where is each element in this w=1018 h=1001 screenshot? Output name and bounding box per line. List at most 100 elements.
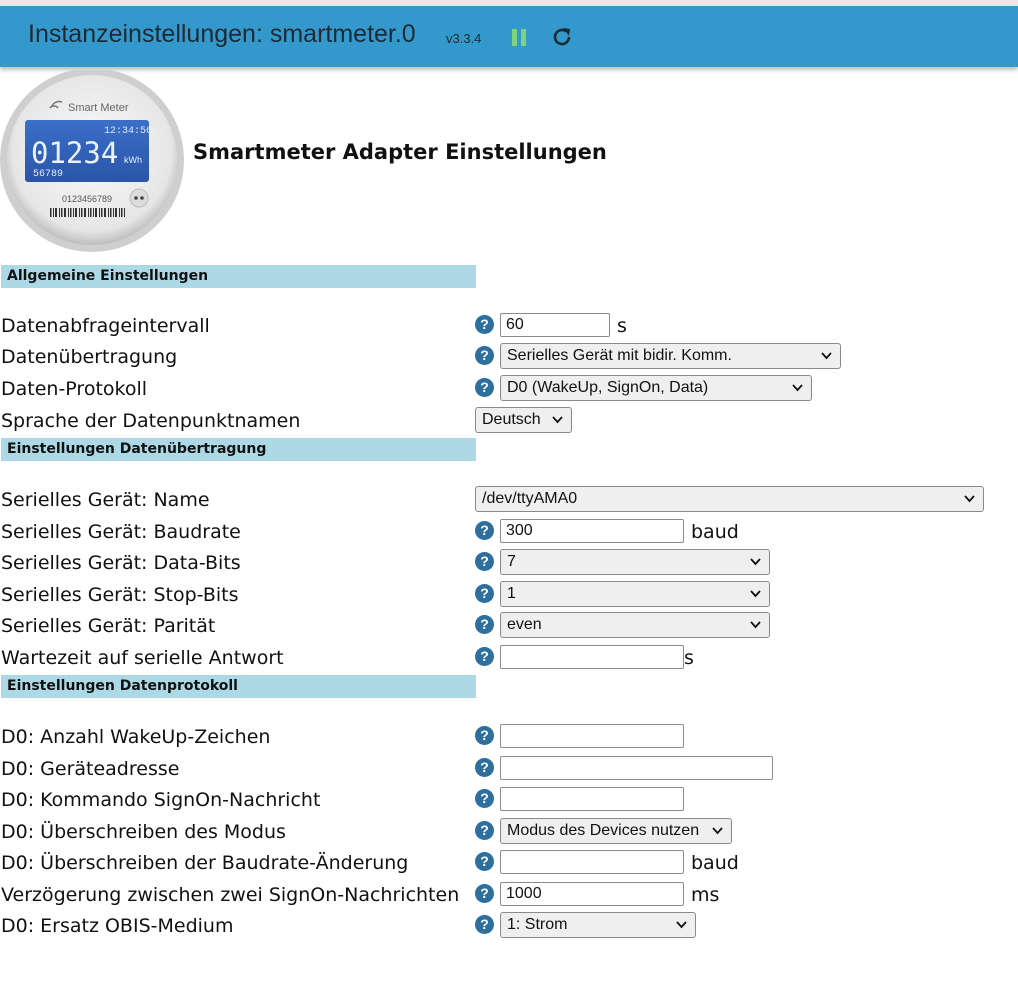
help-icon[interactable]: ?	[475, 378, 494, 397]
row-obis-medium: D0: Ersatz OBIS-Medium ? 1: Strom	[0, 911, 1018, 941]
page-title: Smartmeter Adapter Einstellungen	[193, 140, 607, 164]
help-icon[interactable]: ?	[475, 852, 494, 871]
wakeup-count-label: D0: Anzahl WakeUp-Zeichen	[1, 726, 271, 748]
instance-settings-title: Instanzeinstellungen: smartmeter.0	[28, 20, 416, 48]
transfer-select[interactable]: Serielles Gerät mit bidir. Komm.	[500, 343, 841, 369]
row-interval: Datenabfrageintervall ? 60 s	[0, 311, 1018, 341]
obis-medium-label: D0: Ersatz OBIS-Medium	[1, 915, 234, 937]
logo-brand: Smart Meter	[68, 102, 129, 114]
serial-name-label: Serielles Gerät: Name	[1, 489, 210, 511]
chevron-down-icon	[821, 352, 832, 360]
protocol-label: Daten-Protokoll	[1, 378, 148, 400]
chevron-down-icon	[676, 921, 687, 929]
interval-input[interactable]: 60	[500, 313, 610, 337]
baudrate-unit: baud	[691, 521, 739, 543]
serial-name-select[interactable]: /dev/ttyAMA0	[475, 486, 984, 512]
protocol-value: D0 (WakeUp, SignOn, Data)	[507, 379, 709, 396]
reload-icon[interactable]	[550, 25, 574, 49]
logo-sub: 56789	[33, 169, 63, 180]
help-icon[interactable]: ?	[475, 647, 494, 666]
baudrate-input[interactable]: 300	[500, 519, 684, 543]
transfer-value: Serielles Gerät mit bidir. Komm.	[507, 347, 732, 364]
protocol-select[interactable]: D0 (WakeUp, SignOn, Data)	[500, 375, 812, 401]
chevron-down-icon	[552, 416, 563, 424]
databits-value: 7	[507, 553, 516, 570]
row-mode-override: D0: Überschreiben des Modus ? Modus des …	[0, 817, 1018, 847]
stopbits-label: Serielles Gerät: Stop-Bits	[1, 584, 239, 606]
row-protocol: Daten-Protokoll ? D0 (WakeUp, SignOn, Da…	[0, 374, 1018, 404]
mode-override-label: D0: Überschreiben des Modus	[1, 821, 286, 843]
instance-settings-header: Instanzeinstellungen: smartmeter.0 v3.3.…	[0, 6, 1018, 67]
row-wakeup-count: D0: Anzahl WakeUp-Zeichen ?	[0, 722, 1018, 752]
databits-label: Serielles Gerät: Data-Bits	[1, 552, 241, 574]
pause-icon[interactable]	[508, 26, 530, 50]
databits-select[interactable]: 7	[500, 549, 770, 575]
device-address-input[interactable]	[500, 756, 773, 780]
row-wait: Wartezeit auf serielle Antwort ? s	[0, 643, 1018, 673]
obis-medium-value: 1: Strom	[507, 916, 568, 933]
mode-override-value: Modus des Devices nutzen	[507, 822, 700, 839]
row-language: Sprache der Datenpunktnamen Deutsch	[0, 406, 1018, 436]
logo-unit: kWh	[124, 155, 142, 165]
help-icon[interactable]: ?	[475, 789, 494, 808]
logo-reading: 01234	[31, 136, 118, 170]
signon-command-label: D0: Kommando SignOn-Nachricht	[1, 789, 321, 811]
row-baud-override: D0: Überschreiben der Baudrate-Änderung …	[0, 848, 1018, 878]
baud-override-input[interactable]	[500, 850, 684, 874]
section-protocol: Einstellungen Datenprotokoll	[1, 675, 476, 698]
chevron-down-icon	[750, 590, 761, 598]
device-address-label: D0: Geräteadresse	[1, 758, 180, 780]
interval-unit: s	[617, 315, 627, 337]
smartmeter-logo: Smart Meter 12:34:56 01234 kWh 56789 012…	[0, 68, 188, 256]
help-icon[interactable]: ?	[475, 584, 494, 603]
stopbits-select[interactable]: 1	[500, 581, 770, 607]
wait-input[interactable]	[500, 645, 684, 669]
row-device-address: D0: Geräteadresse ?	[0, 754, 1018, 784]
obis-medium-select[interactable]: 1: Strom	[500, 912, 696, 938]
help-icon[interactable]: ?	[475, 346, 494, 365]
interval-label: Datenabfrageintervall	[1, 315, 210, 337]
help-icon[interactable]: ?	[475, 315, 494, 334]
wait-unit: s	[684, 647, 694, 669]
wakeup-count-input[interactable]	[500, 724, 684, 748]
help-icon[interactable]: ?	[475, 884, 494, 903]
wait-label: Wartezeit auf serielle Antwort	[1, 647, 284, 669]
help-icon[interactable]: ?	[475, 615, 494, 634]
adapter-version: v3.3.4	[446, 31, 482, 46]
help-icon[interactable]: ?	[475, 726, 494, 745]
chevron-down-icon	[964, 495, 975, 503]
row-transfer: Datenübertragung ? Serielles Gerät mit b…	[0, 342, 1018, 372]
baud-override-label: D0: Überschreiben der Baudrate-Änderung	[1, 852, 409, 874]
section-general: Allgemeine Einstellungen	[1, 265, 476, 288]
row-signon-delay: Verzögerung zwischen zwei SignOn-Nachric…	[0, 880, 1018, 910]
help-icon[interactable]: ?	[475, 915, 494, 934]
row-signon-command: D0: Kommando SignOn-Nachricht ?	[0, 785, 1018, 815]
row-parity: Serielles Gerät: Parität ? even	[0, 611, 1018, 641]
logo-serial: 0123456789	[62, 194, 112, 204]
transfer-label: Datenübertragung	[1, 346, 178, 368]
signon-delay-input[interactable]: 1000	[500, 882, 684, 906]
help-icon[interactable]: ?	[475, 521, 494, 540]
row-serial-name: Serielles Gerät: Name /dev/ttyAMA0	[0, 485, 1018, 515]
language-select[interactable]: Deutsch	[475, 407, 572, 433]
help-icon[interactable]: ?	[475, 552, 494, 571]
stopbits-value: 1	[507, 585, 516, 602]
parity-select[interactable]: even	[500, 612, 770, 638]
chevron-down-icon	[750, 558, 761, 566]
baudrate-label: Serielles Gerät: Baudrate	[1, 521, 241, 543]
help-icon[interactable]: ?	[475, 758, 494, 777]
row-baudrate: Serielles Gerät: Baudrate ? 300 baud	[0, 517, 1018, 547]
row-stopbits: Serielles Gerät: Stop-Bits ? 1	[0, 580, 1018, 610]
chevron-down-icon	[712, 827, 723, 835]
language-value: Deutsch	[482, 411, 541, 428]
serial-name-value: /dev/ttyAMA0	[482, 490, 578, 507]
signon-command-input[interactable]	[500, 787, 684, 811]
help-icon[interactable]: ?	[475, 821, 494, 840]
signon-delay-unit: ms	[691, 884, 720, 906]
chevron-down-icon	[750, 621, 761, 629]
baud-override-unit: baud	[691, 852, 739, 874]
signon-delay-label: Verzögerung zwischen zwei SignOn-Nachric…	[1, 884, 460, 906]
section-transfer: Einstellungen Datenübertragung	[1, 438, 476, 461]
chevron-down-icon	[792, 384, 803, 392]
mode-override-select[interactable]: Modus des Devices nutzen	[500, 818, 732, 844]
